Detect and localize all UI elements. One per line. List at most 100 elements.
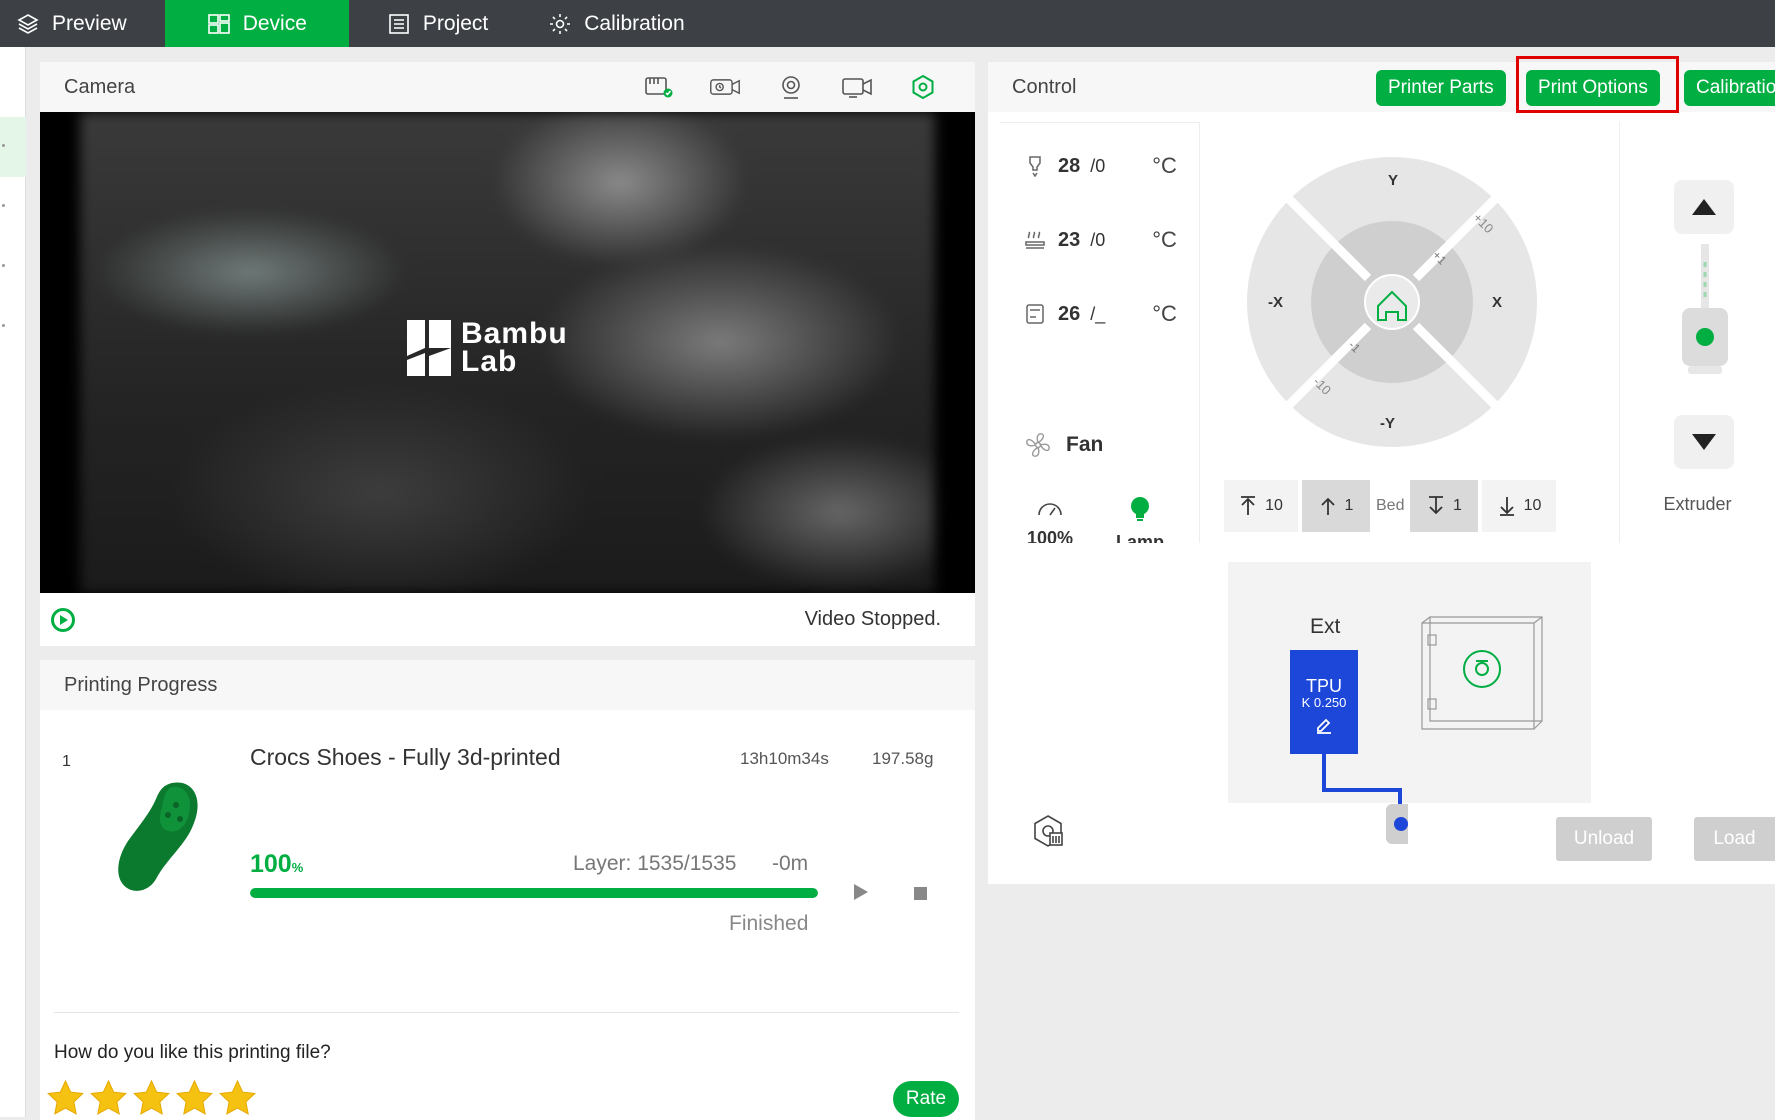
tab-project[interactable]: Project <box>349 0 526 47</box>
jog-y-plus[interactable]: Y <box>1388 172 1398 189</box>
unload-button[interactable]: Unload <box>1556 817 1652 861</box>
list-icon <box>389 13 409 34</box>
print-state: Finished <box>729 912 809 935</box>
rating-stars[interactable] <box>46 1079 257 1116</box>
ams-settings-icon[interactable] <box>1030 813 1066 849</box>
time-remaining: -0m <box>772 852 809 875</box>
speedometer-icon <box>1038 503 1062 516</box>
device-icon <box>207 13 230 34</box>
filament-path <box>1322 754 1408 844</box>
bambu-lab-logo: Bambu Lab <box>407 319 591 377</box>
extruder-up-button[interactable] <box>1674 180 1734 234</box>
control-title: Control <box>1012 75 1077 98</box>
filament-k-value: K 0.250 <box>1301 695 1347 710</box>
jog-x-minus[interactable]: -X <box>1268 294 1283 311</box>
arrow-down-icon <box>1429 496 1444 515</box>
triangle-down-icon <box>1692 434 1716 450</box>
arrow-up-icon <box>1241 496 1256 515</box>
z-up-10-button[interactable]: 10 <box>1224 480 1298 532</box>
chamber-temp-target: /_ <box>1090 303 1106 324</box>
device-list-selected[interactable] <box>0 117 26 177</box>
speed-control[interactable]: 100% <box>1022 495 1078 549</box>
z-down-10-button[interactable]: 10 <box>1482 480 1557 532</box>
strip-dot <box>2 144 5 147</box>
strip-dot <box>2 324 5 327</box>
filament-panel: Ext TPU K 0.250 Unload Load <box>988 543 1775 884</box>
sd-card-icon[interactable] <box>643 74 675 100</box>
job-name: Crocs Shoes - Fully 3d-printed <box>250 744 561 770</box>
nozzle-temp-target: /0 <box>1090 155 1106 176</box>
top-nav-bar: Preview Device Project Calibration <box>0 0 1775 47</box>
print-options-highlight <box>1516 56 1679 113</box>
filament-slot-tpu[interactable]: TPU K 0.250 <box>1290 650 1358 754</box>
tab-preview-label: Preview <box>52 11 127 35</box>
bed-temp-target: /0 <box>1090 229 1106 250</box>
z-down-1-button[interactable]: 1 <box>1410 480 1479 532</box>
rate-button[interactable]: Rate <box>893 1081 959 1117</box>
chamber-temp-row[interactable]: 26 /_ °C <box>1024 301 1177 327</box>
device-list-strip[interactable] <box>0 47 26 1117</box>
extruder-section: Extruder <box>1620 122 1775 592</box>
star-icon[interactable] <box>89 1079 128 1116</box>
jog-y-minus[interactable]: -Y <box>1380 415 1395 432</box>
bambu-logo-mark-icon <box>407 320 451 376</box>
strip-dot <box>2 204 5 207</box>
z-axis-controls: 10 1 Bed 1 10 <box>1224 480 1557 532</box>
chamber-icon <box>1026 304 1044 324</box>
star-icon[interactable] <box>218 1079 257 1116</box>
nozzle-icon <box>1029 156 1041 177</box>
progress-bar-fill <box>250 888 818 898</box>
nozzle-temp-row[interactable]: 28 /0 °C <box>1024 153 1177 179</box>
printing-progress-panel: Printing Progress 1 Crocs Shoes - Fully … <box>40 660 975 1120</box>
model-thumbnail <box>118 782 198 891</box>
tab-preview[interactable]: Preview <box>0 0 165 47</box>
star-icon[interactable] <box>132 1079 171 1116</box>
filament-type: TPU <box>1306 676 1342 696</box>
fan-label: Fan <box>1066 433 1104 456</box>
camera-title: Camera <box>64 75 136 98</box>
tab-device-label: Device <box>242 11 307 35</box>
calibration-button[interactable]: Calibration <box>1684 70 1775 106</box>
star-icon[interactable] <box>46 1079 85 1116</box>
extruder-graphic <box>1682 244 1728 374</box>
bed-heat-icon <box>1025 231 1045 249</box>
play-video-icon[interactable] <box>50 607 76 633</box>
layer-count: Layer: 1535/1535 <box>573 852 737 875</box>
printer-parts-button[interactable]: Printer Parts <box>1376 70 1506 106</box>
z-down-10-label: 10 <box>1523 497 1542 514</box>
timelapse-icon[interactable] <box>709 74 741 100</box>
star-icon[interactable] <box>175 1079 214 1116</box>
tab-calibration-label: Calibration <box>584 11 685 35</box>
extruder-label: Extruder <box>1663 494 1732 514</box>
resume-icon[interactable] <box>854 884 868 900</box>
jog-x-plus[interactable]: X <box>1492 294 1502 311</box>
stop-icon[interactable] <box>914 887 927 900</box>
bed-temp-row[interactable]: 23 /0 °C <box>1024 227 1177 253</box>
video-status: Video Stopped. <box>804 608 941 630</box>
camera-video-area[interactable]: Bambu Lab <box>40 112 975 593</box>
camera-toolbar <box>643 74 939 100</box>
layers-icon <box>17 13 39 34</box>
camera-footer: Video Stopped. <box>40 593 975 646</box>
extruder-down-button[interactable] <box>1674 415 1734 469</box>
progress-bar <box>250 888 818 898</box>
printer-illustration-icon <box>1421 616 1543 730</box>
chamber-temp-current: 26 <box>1058 302 1081 325</box>
webcam-icon[interactable] <box>775 74 807 100</box>
record-icon[interactable] <box>841 74 873 100</box>
z-up-1-label: 1 <box>1344 497 1354 514</box>
load-button[interactable]: Load <box>1694 817 1775 861</box>
fan-control[interactable]: Fan <box>1024 431 1103 459</box>
xy-jog-wheel[interactable]: Y -Y X -X +10 +1 -1 -10 <box>1242 152 1542 452</box>
progress-header: Printing Progress <box>40 660 975 710</box>
chamber-temp-unit: °C <box>1152 301 1177 326</box>
z-up-1-button[interactable]: 1 <box>1302 480 1370 532</box>
camera-settings-icon[interactable] <box>907 74 939 100</box>
rating-question: How do you like this printing file? <box>54 1042 331 1063</box>
tab-project-label: Project <box>422 11 489 35</box>
bed-temp-unit: °C <box>1152 227 1177 252</box>
fan-icon <box>1026 433 1050 457</box>
edit-icon[interactable] <box>1314 714 1334 734</box>
tab-device[interactable]: Device <box>164 0 349 47</box>
tab-calibration[interactable]: Calibration <box>526 0 722 47</box>
